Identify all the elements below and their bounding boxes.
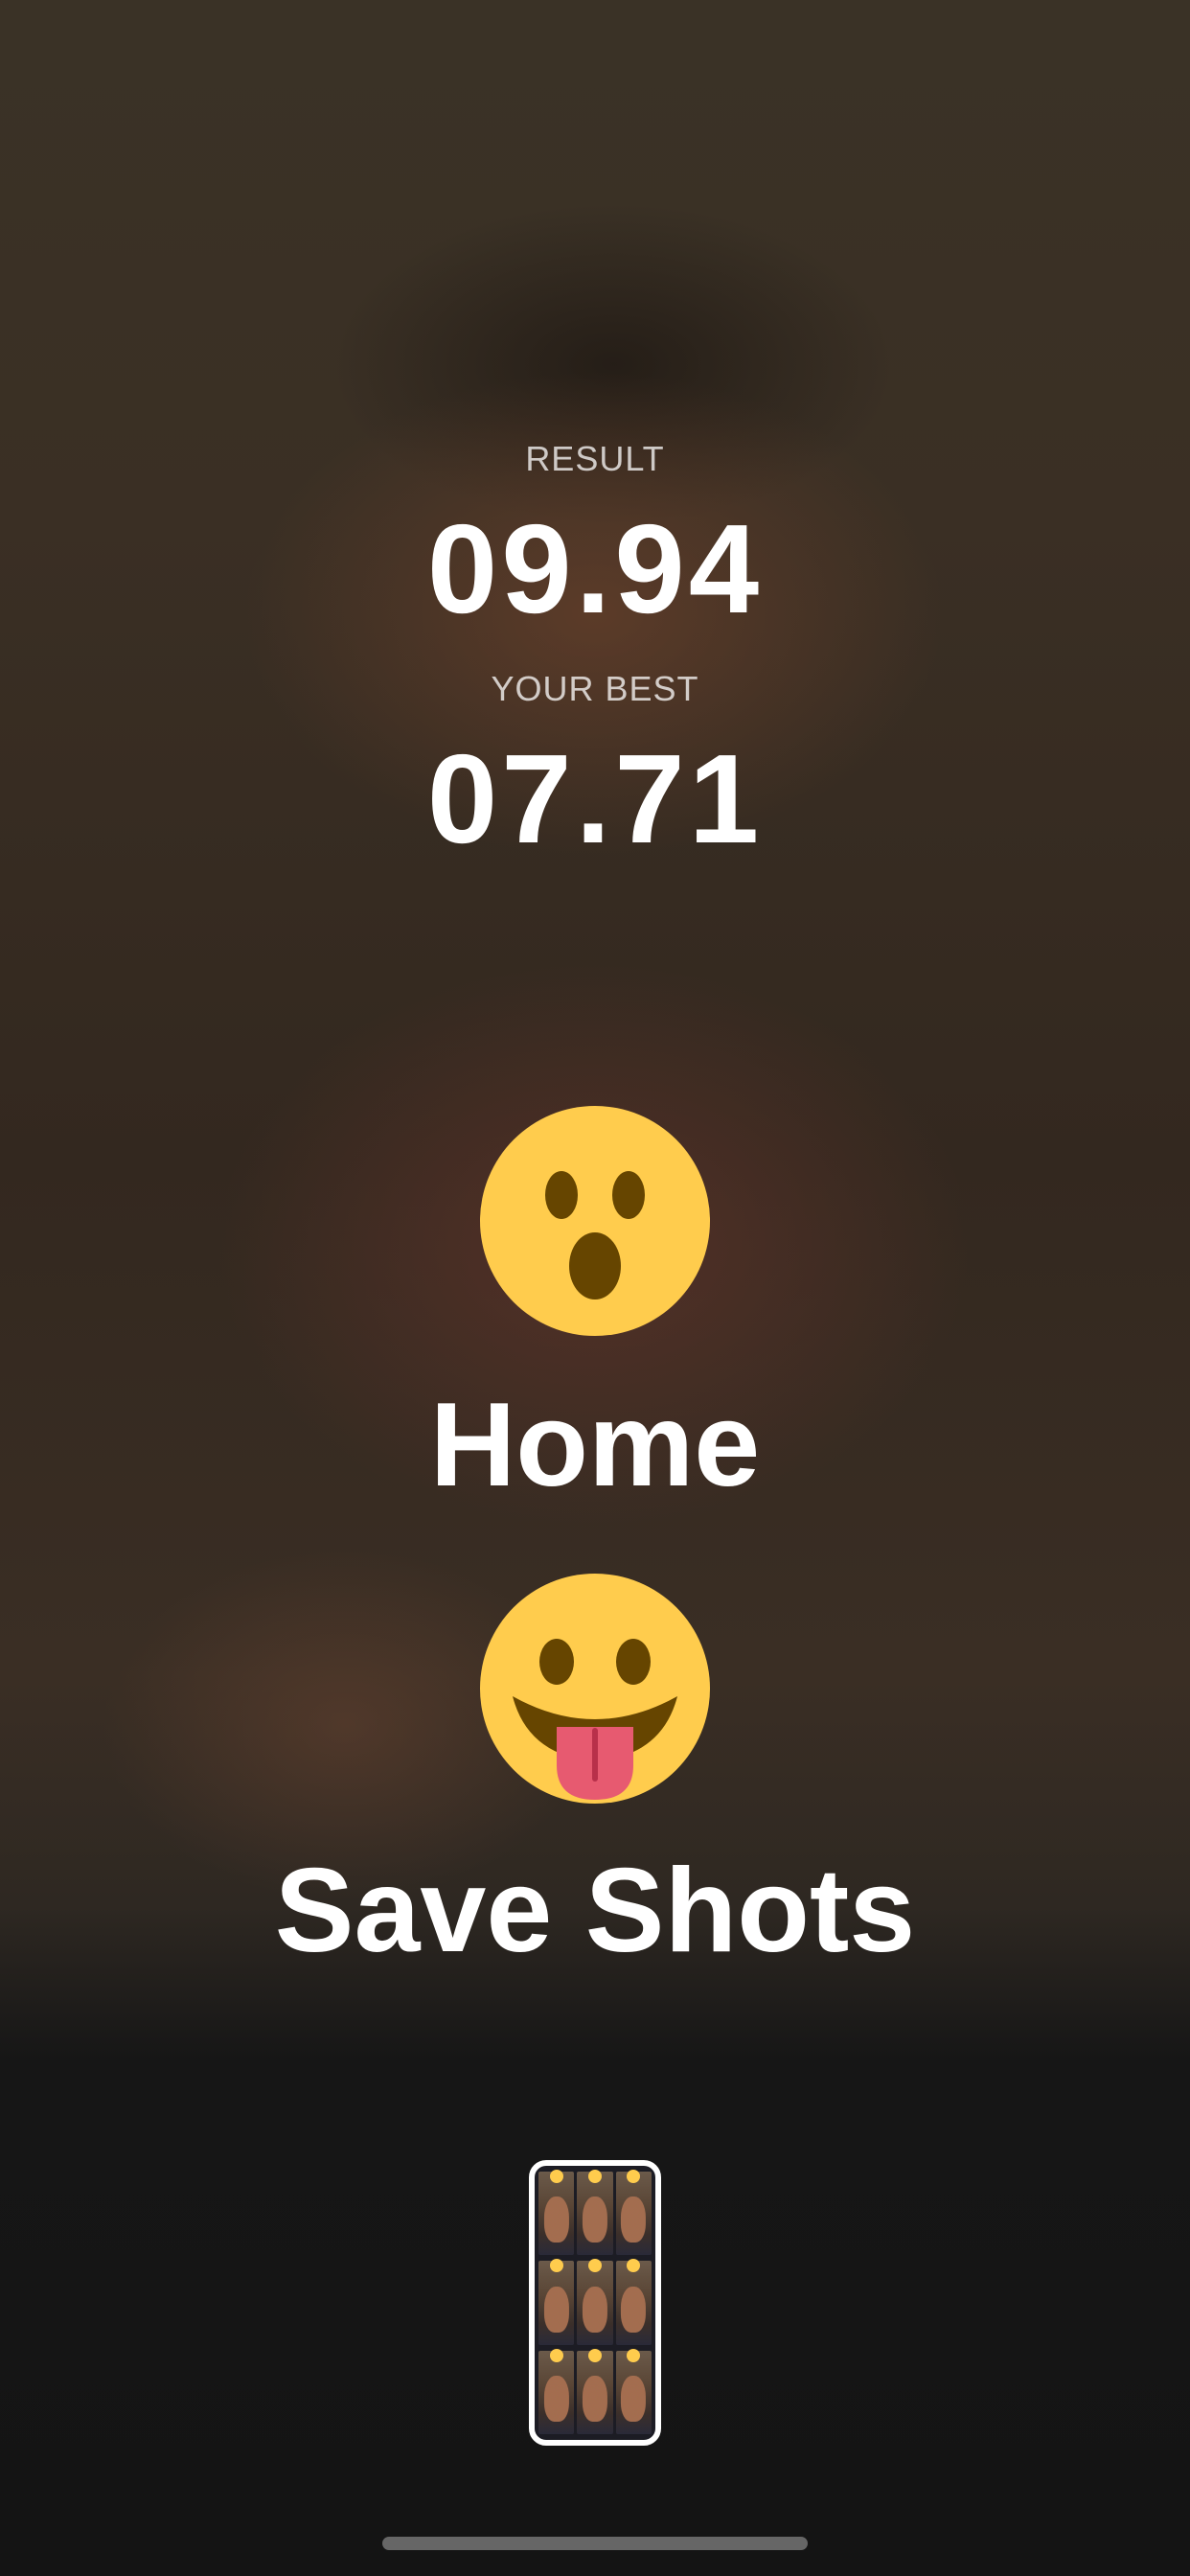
open-mouth bbox=[569, 1232, 621, 1300]
result-screen: RESULT 09.94 YOUR BEST 07.71 Home Save S… bbox=[0, 0, 1190, 2576]
shot-cell bbox=[615, 2348, 652, 2434]
tongue-mouth bbox=[513, 1696, 677, 1800]
shot-cell bbox=[538, 2348, 575, 2434]
tongue-out-face-emoji-icon[interactable] bbox=[480, 1574, 710, 1804]
photo-grid-thumbnail-icon[interactable] bbox=[529, 2160, 661, 2446]
shot-cell bbox=[538, 2259, 575, 2345]
shot-cell bbox=[577, 2170, 613, 2256]
shot-cell bbox=[577, 2348, 613, 2434]
home-label[interactable]: Home bbox=[0, 1386, 1190, 1505]
result-label: RESULT bbox=[525, 439, 665, 478]
shot-cell bbox=[538, 2170, 575, 2256]
best-label: YOUR BEST bbox=[491, 669, 699, 708]
shot-cell bbox=[577, 2259, 613, 2345]
save-shots-label[interactable]: Save Shots bbox=[0, 1852, 1190, 1970]
best-value: 07.71 bbox=[426, 728, 764, 869]
shots-grid bbox=[538, 2170, 652, 2434]
shot-cell bbox=[615, 2170, 652, 2256]
home-indicator-bar[interactable] bbox=[382, 2537, 808, 2550]
surprised-face-emoji-icon[interactable] bbox=[480, 1106, 710, 1336]
left-eye bbox=[545, 1171, 578, 1219]
result-value: 09.94 bbox=[426, 498, 764, 639]
right-eye bbox=[612, 1171, 645, 1219]
shot-cell bbox=[615, 2259, 652, 2345]
